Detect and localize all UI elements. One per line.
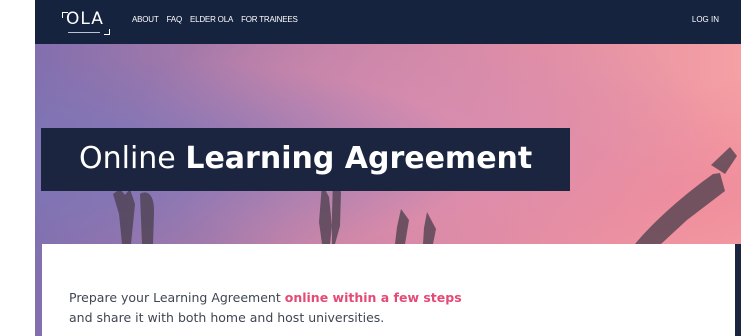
nav-about-link[interactable]: ABOUT xyxy=(132,15,159,24)
hero-banner: Online Learning Agreement Prepare your L… xyxy=(35,44,741,336)
main-nav: ABOUT FAQ ELDER OLA FOR TRAINEES xyxy=(132,15,298,24)
logo-bracket-icon xyxy=(104,29,110,35)
ola-logo[interactable]: OLA xyxy=(62,7,110,35)
intro-text: Prepare your Learning Agreement online w… xyxy=(69,288,689,328)
left-frame xyxy=(0,0,35,336)
nav-faq-link[interactable]: FAQ xyxy=(167,15,183,24)
login-link[interactable]: LOG IN xyxy=(692,15,719,24)
title-bold-part: Learning Agreement xyxy=(185,141,533,176)
hero-title-box: Online Learning Agreement xyxy=(41,128,570,191)
card-accent-edge xyxy=(735,244,741,336)
logo-text: OLA xyxy=(66,9,104,29)
page-title: Online Learning Agreement xyxy=(79,141,532,177)
logo-underline xyxy=(68,32,100,33)
right-frame xyxy=(741,0,754,336)
intro-highlight: online within a few steps xyxy=(284,290,462,305)
nav-elder-ola-link[interactable]: ELDER OLA xyxy=(190,15,233,24)
intro-card: Prepare your Learning Agreement online w… xyxy=(42,244,737,336)
title-light-part: Online xyxy=(79,141,176,176)
nav-for-trainees-link[interactable]: FOR TRAINEES xyxy=(241,15,298,24)
top-navbar: OLA ABOUT FAQ ELDER OLA FOR TRAINEES LOG… xyxy=(35,0,741,44)
intro-text-prefix: Prepare your Learning Agreement xyxy=(69,290,281,305)
intro-text-line2: and share it with both home and host uni… xyxy=(69,310,385,325)
